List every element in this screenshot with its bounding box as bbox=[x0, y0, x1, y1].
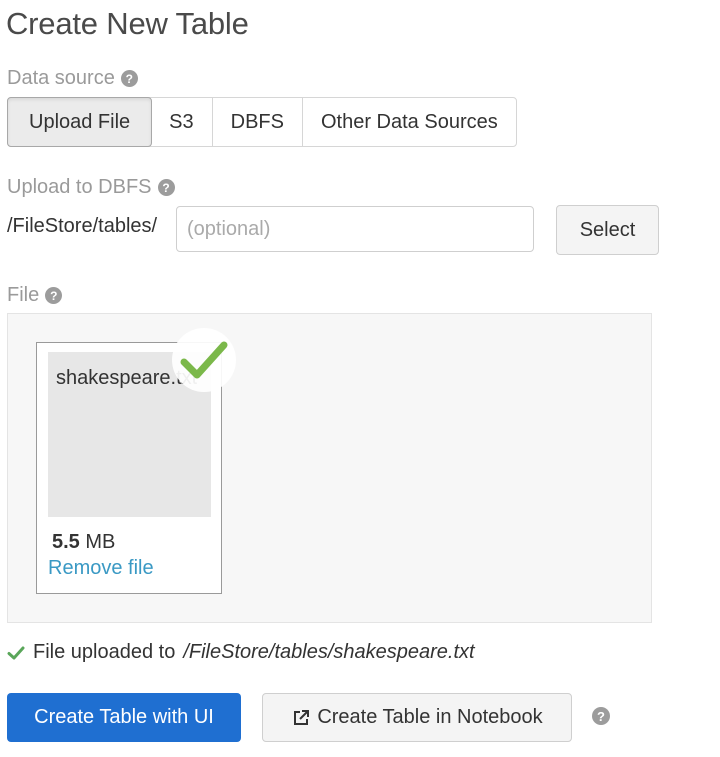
help-icon[interactable]: ? bbox=[120, 70, 138, 87]
upload-to-dbfs-label: Upload to DBFS ? bbox=[7, 176, 175, 199]
file-size: 5.5 MB bbox=[52, 531, 115, 554]
remove-file-link[interactable]: Remove file bbox=[48, 557, 154, 580]
help-icon[interactable]: ? bbox=[45, 287, 63, 304]
data-source-label: Data source ? bbox=[7, 67, 138, 90]
dbfs-path-input[interactable] bbox=[176, 206, 534, 252]
tab-upload-file[interactable]: Upload File bbox=[7, 97, 153, 147]
status-path: /FileStore/tables/shakespeare.txt bbox=[183, 641, 475, 663]
file-label-text: File bbox=[7, 284, 40, 306]
file-size-value: 5.5 bbox=[52, 531, 80, 553]
tab-dbfs[interactable]: DBFS bbox=[213, 98, 303, 146]
create-table-in-notebook-button[interactable]: Create Table in Notebook bbox=[262, 693, 572, 742]
create-table-in-notebook-label: Create Table in Notebook bbox=[317, 706, 543, 728]
page-title: Create New Table bbox=[6, 6, 249, 41]
help-icon[interactable]: ? bbox=[592, 707, 610, 725]
check-icon bbox=[7, 646, 25, 659]
select-button[interactable]: Select bbox=[556, 205, 659, 255]
dbfs-path-prefix: /FileStore/tables/ bbox=[7, 215, 158, 237]
upload-to-dbfs-label-text: Upload to DBFS bbox=[7, 176, 152, 198]
create-table-with-ui-button[interactable]: Create Table with UI bbox=[7, 693, 241, 742]
tab-s3[interactable]: S3 bbox=[151, 98, 213, 146]
upload-status: File uploaded to /FileStore/tables/shake… bbox=[7, 641, 475, 664]
data-source-tabs: Upload File S3 DBFS Other Data Sources bbox=[7, 97, 517, 147]
status-prefix: File uploaded to bbox=[33, 641, 176, 663]
external-link-icon bbox=[294, 709, 310, 725]
file-label: File ? bbox=[7, 284, 63, 307]
file-size-unit: MB bbox=[85, 531, 116, 553]
tab-other-data-sources[interactable]: Other Data Sources bbox=[303, 98, 516, 146]
data-source-label-text: Data source bbox=[7, 67, 115, 89]
help-icon[interactable]: ? bbox=[157, 179, 175, 196]
check-icon bbox=[172, 328, 236, 392]
